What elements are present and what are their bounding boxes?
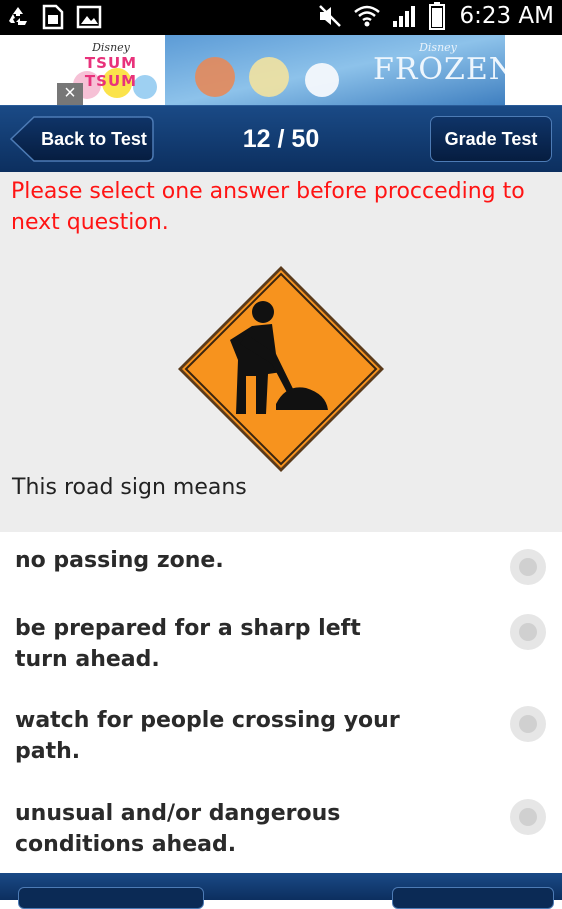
- grade-test-button[interactable]: Grade Test: [430, 116, 552, 162]
- next-question-button[interactable]: [392, 887, 554, 909]
- ad-banner[interactable]: Disney TSUM TSUM Disney FROZEN: [57, 35, 505, 105]
- answer-radio[interactable]: [510, 549, 546, 585]
- answer-option[interactable]: no passing zone.: [0, 545, 562, 595]
- answer-label: watch for people crossing your path.: [15, 708, 400, 764]
- close-icon: ×: [64, 82, 76, 104]
- answer-label: be prepared for a sharp left turn ahead.: [15, 616, 361, 672]
- status-bar: 6:23 AM: [0, 0, 562, 35]
- question-area: Please select one answer before proccedi…: [0, 172, 562, 532]
- answer-radio[interactable]: [510, 799, 546, 835]
- question-text: This road sign means: [12, 475, 247, 500]
- back-to-test-button[interactable]: Back to Test: [10, 116, 154, 162]
- ad-close-button[interactable]: ×: [57, 83, 83, 105]
- notification-icons: [6, 4, 102, 30]
- clock: 6:23 AM: [459, 3, 554, 29]
- ad-brand-left: Disney: [92, 41, 130, 54]
- ad-strip: Disney TSUM TSUM Disney FROZEN ×: [0, 35, 562, 105]
- nav-bar: Back to Test 12 / 50 Grade Test: [0, 105, 562, 172]
- bottom-bar: [0, 873, 562, 909]
- validation-warning: Please select one answer before proccedi…: [11, 179, 525, 235]
- answer-radio[interactable]: [510, 706, 546, 742]
- wifi-icon: [354, 5, 381, 27]
- back-button-label: Back to Test: [41, 129, 147, 149]
- answer-option[interactable]: watch for people crossing your path.: [0, 705, 562, 767]
- battery-icon: [429, 2, 446, 30]
- mute-icon: [319, 5, 342, 27]
- road-work-sign-icon: [178, 266, 384, 472]
- signal-icon: [393, 6, 416, 27]
- question-counter: 12 / 50: [242, 125, 320, 153]
- answer-label: no passing zone.: [15, 548, 224, 573]
- answer-label: unusual and/or dangerous conditions ahea…: [15, 801, 341, 857]
- system-indicators: 6:23 AM: [317, 2, 554, 30]
- recycle-icon: [9, 7, 27, 25]
- ad-movie-title: FROZEN: [373, 52, 505, 87]
- answer-option[interactable]: unusual and/or dangerous conditions ahea…: [0, 798, 562, 860]
- previous-question-button[interactable]: [18, 887, 204, 909]
- answer-option[interactable]: be prepared for a sharp left turn ahead.: [0, 613, 562, 675]
- image-icon: [76, 5, 102, 29]
- sim-card-icon: [42, 4, 64, 30]
- answer-radio[interactable]: [510, 614, 546, 650]
